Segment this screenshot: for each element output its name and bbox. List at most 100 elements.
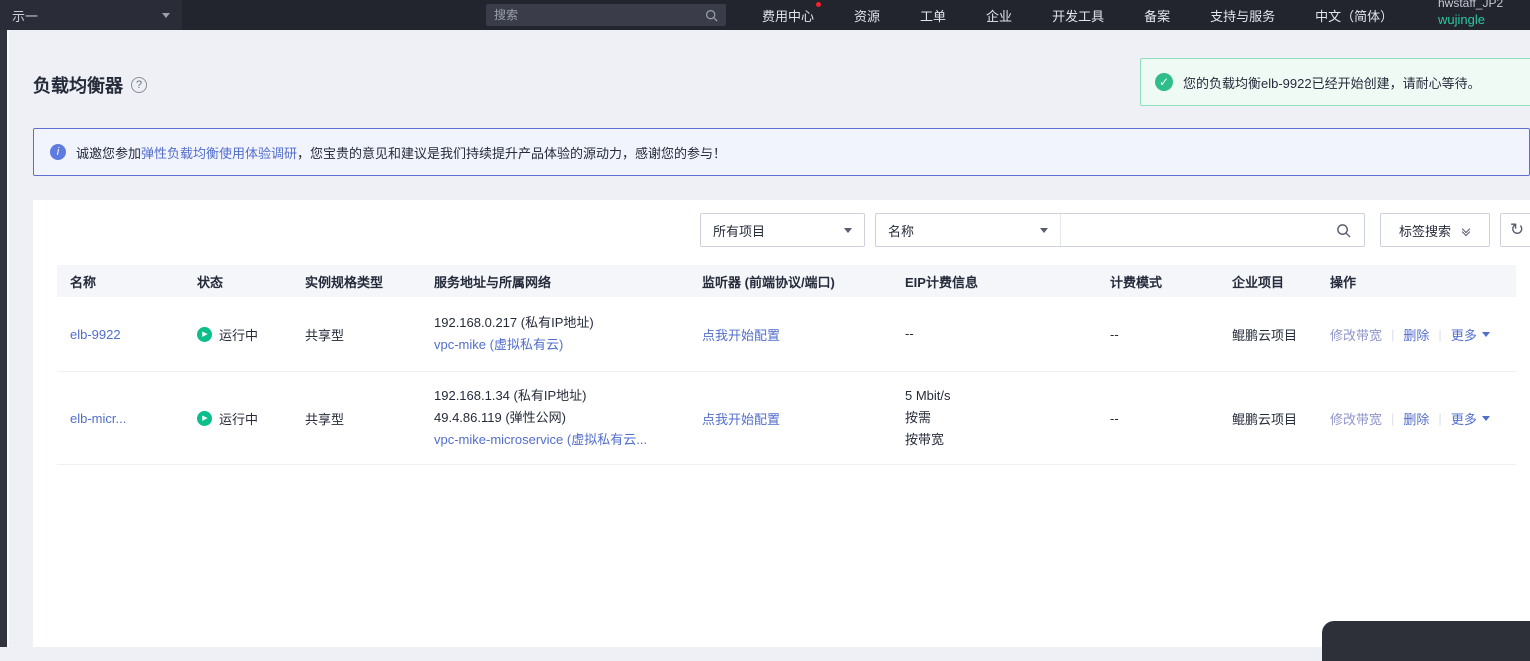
vpc-link[interactable]: vpc-mike (虚拟私有云) <box>434 334 689 356</box>
action-divider: | <box>1438 410 1442 426</box>
running-status-icon: ▶ <box>197 326 212 342</box>
search-icon[interactable] <box>705 9 718 22</box>
spec-type: 共享型 <box>305 327 345 343</box>
table-search-combo: 名称 <box>875 213 1365 247</box>
nav-item-support[interactable]: 支持与服务 <box>1210 6 1275 25</box>
column-header-eip: EIP计费信息 <box>905 274 978 290</box>
billing-mode: -- <box>1110 326 1119 342</box>
global-search-input[interactable] <box>494 8 705 22</box>
chevron-down-icon <box>1481 415 1490 421</box>
status-badge: ▶ 运行中 <box>197 325 292 344</box>
project-filter-value: 所有项目 <box>713 223 766 239</box>
table-search-button[interactable] <box>1322 214 1364 246</box>
top-navigation-bar: 示一 费用中心 资源 工单 企业 开发工具 备案 支持与服务 中文（简体） hw… <box>0 0 1530 30</box>
status-label: 运行中 <box>219 327 259 343</box>
column-header-name: 名称 <box>70 274 97 290</box>
nav-item-icp[interactable]: 备案 <box>1144 6 1170 25</box>
page-header: 负载均衡器 ? <box>33 72 147 98</box>
tag-search-label: 标签搜索 <box>1398 223 1451 239</box>
chevron-down-icon <box>1040 227 1048 233</box>
delete-link[interactable]: 删除 <box>1403 325 1429 344</box>
column-header-status: 状态 <box>197 274 224 290</box>
banner-text: 诚邀您参加弹性负载均衡使用体验调研，您宝贵的意见和建议是我们持续提升产品体验的源… <box>76 143 726 162</box>
table-search-input[interactable] <box>1061 214 1322 246</box>
load-balancer-table: 名称 状态 实例规格类型 服务地址与所属网络 监听器 (前端协议/端口) EIP… <box>57 265 1516 465</box>
public-eip: 49.4.86.119 (弹性公网) <box>434 410 566 425</box>
region-selector[interactable]: 示一 <box>0 0 182 30</box>
chevron-down-icon <box>1481 331 1490 337</box>
column-header-address: 服务地址与所属网络 <box>434 274 552 290</box>
tag-search-button[interactable]: 标签搜索 <box>1380 213 1490 247</box>
eip-billing-cell: -- <box>892 323 1097 345</box>
enterprise-project: 鲲鹏云项目 <box>1232 411 1298 427</box>
more-label: 更多 <box>1450 411 1477 427</box>
notification-dot <box>816 1 822 7</box>
top-nav-menu: 费用中心 资源 工单 企业 开发工具 备案 支持与服务 中文（简体） <box>762 0 1393 30</box>
row-actions: 修改带宽 | 删除 | 更多 <box>1330 325 1516 344</box>
search-field-dropdown[interactable]: 名称 <box>876 214 1061 246</box>
column-header-billing: 计费模式 <box>1110 274 1163 290</box>
billing-mode: -- <box>1110 410 1119 426</box>
nav-item-billing-center[interactable]: 费用中心 <box>762 1 822 25</box>
configure-listener-link[interactable]: 点我开始配置 <box>702 328 780 343</box>
search-field-value: 名称 <box>888 223 915 239</box>
success-check-icon: ✓ <box>1155 73 1173 91</box>
spec-type: 共享型 <box>305 411 345 427</box>
load-balancer-list-card: 所有项目 名称 标签搜索 ↻ 名称 状态 实例规格类型 服务地址与所属网络 监听… <box>33 200 1530 647</box>
page-title: 负载均衡器 <box>33 76 123 96</box>
action-divider: | <box>1391 326 1395 342</box>
eip-billing-cell: 5 Mbit/s 按需 按带宽 <box>892 385 1097 451</box>
configure-listener-link[interactable]: 点我开始配置 <box>702 412 780 427</box>
modify-bandwidth-link[interactable]: 修改带宽 <box>1330 409 1382 428</box>
delete-link[interactable]: 删除 <box>1403 409 1429 428</box>
eip-line: 按需 <box>905 410 932 425</box>
table-row: elb-9922 ▶ 运行中 共享型 192.168.0.217 (私有IP地址… <box>57 297 1516 372</box>
chevron-down-icon <box>162 12 170 18</box>
double-chevron-down-icon <box>1461 224 1471 236</box>
survey-info-banner: i 诚邀您参加弹性负载均衡使用体验调研，您宝贵的意见和建议是我们持续提升产品体验… <box>33 128 1530 176</box>
survey-link[interactable]: 弹性负载均衡使用体验调研 <box>141 146 297 161</box>
eip-line: -- <box>905 326 914 341</box>
account-menu[interactable]: hwstaff_JP2 wujingle <box>1438 0 1503 26</box>
refresh-button[interactable]: ↻ <box>1500 213 1530 247</box>
status-badge: ▶ 运行中 <box>197 409 292 428</box>
action-divider: | <box>1438 326 1442 342</box>
table-row: elb-micr... ▶ 运行中 共享型 192.168.1.34 (私有IP… <box>57 372 1516 465</box>
address-cell: 192.168.1.34 (私有IP地址) 49.4.86.119 (弹性公网)… <box>421 385 689 451</box>
more-actions-dropdown[interactable]: 更多 <box>1451 409 1490 428</box>
column-header-listener: 监听器 (前端协议/端口) <box>702 274 835 290</box>
nav-item-enterprise[interactable]: 企业 <box>986 6 1012 25</box>
eip-line: 5 Mbit/s <box>905 388 951 403</box>
collapsed-sidebar-rail[interactable] <box>0 30 9 647</box>
account-id: hwstaff_JP2 <box>1438 0 1504 10</box>
nav-item-dev-tools[interactable]: 开发工具 <box>1052 6 1104 25</box>
status-label: 运行中 <box>219 411 259 427</box>
more-actions-dropdown[interactable]: 更多 <box>1451 325 1490 344</box>
global-search-box[interactable] <box>486 4 726 26</box>
row-actions: 修改带宽 | 删除 | 更多 <box>1330 409 1516 428</box>
column-header-spec: 实例规格类型 <box>305 274 384 290</box>
private-ip: 192.168.1.34 (私有IP地址) <box>434 388 587 403</box>
modify-bandwidth-link[interactable]: 修改带宽 <box>1330 325 1382 344</box>
column-header-project: 企业项目 <box>1232 274 1285 290</box>
vpc-link[interactable]: vpc-mike-microservice (虚拟私有云... <box>434 429 689 451</box>
address-cell: 192.168.0.217 (私有IP地址) vpc-mike (虚拟私有云) <box>421 312 689 356</box>
nav-item-language[interactable]: 中文（简体） <box>1315 6 1393 25</box>
floating-helper-widget[interactable] <box>1322 621 1530 661</box>
nav-item-resources[interactable]: 资源 <box>854 6 880 25</box>
nav-item-tickets[interactable]: 工单 <box>920 6 946 25</box>
help-icon[interactable]: ? <box>131 77 147 93</box>
region-selector-label: 示一 <box>12 8 39 24</box>
lb-name-link[interactable]: elb-9922 <box>70 327 121 342</box>
info-icon: i <box>50 144 66 160</box>
chevron-down-icon <box>844 227 852 233</box>
banner-suffix: ，您宝贵的意见和建议是我们持续提升产品体验的源动力，感谢您的参与！ <box>297 145 727 161</box>
eip-line: 按带宽 <box>905 432 945 447</box>
account-username: wujingle <box>1438 12 1485 27</box>
lb-name-link[interactable]: elb-micr... <box>70 411 126 426</box>
enterprise-project: 鲲鹏云项目 <box>1232 327 1298 343</box>
success-toast: ✓ 您的负载均衡elb-9922已经开始创建，请耐心等待。 <box>1140 58 1530 106</box>
more-label: 更多 <box>1450 327 1477 343</box>
private-ip: 192.168.0.217 (私有IP地址) <box>434 315 594 330</box>
project-filter-dropdown[interactable]: 所有项目 <box>700 213 865 247</box>
